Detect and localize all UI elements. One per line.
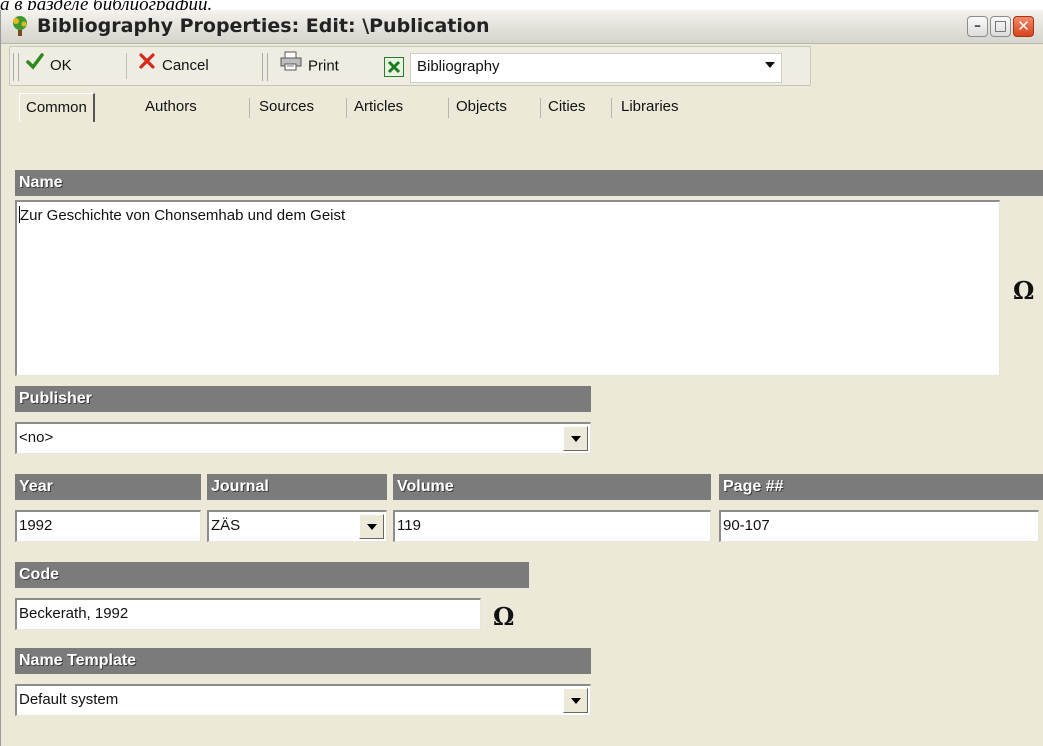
minimize-icon: – [974,18,981,34]
maximize-button[interactable]: □ [990,16,1011,37]
title-bar[interactable]: Bibliography Properties: Edit: \Publicat… [1,10,1043,44]
app-tree-icon [9,15,31,37]
printer-icon [280,51,302,82]
ok-button[interactable]: OK [26,51,72,81]
toolbar: OK Cancel Print Bibliography [1,44,1043,88]
year-field[interactable]: 1992 [15,510,201,542]
tab-articles[interactable]: Articles [348,93,409,121]
cancel-x-icon [138,51,156,81]
publisher-dropdown-button[interactable] [563,426,588,451]
document-caption: а в разделе библиографий. [0,0,213,15]
toolbar-band: OK Cancel Print Bibliography [9,46,811,86]
code-section-header: Code [15,562,529,588]
tab-separator [346,98,347,118]
cancel-label: Cancel [162,57,209,74]
publisher-value: <no> [19,429,54,446]
tab-strip: Common Authors Sources Articles Objects … [1,90,1043,124]
tab-cities[interactable]: Cities [542,93,592,121]
close-button[interactable]: ✕ [1013,16,1034,37]
journal-section-header: Journal [207,474,387,500]
toolbar-separator [126,53,127,79]
cancel-button[interactable]: Cancel [138,51,209,81]
journal-value: ZÄS [211,517,241,534]
template-select[interactable]: Default system [15,684,591,716]
code-special-char-button[interactable]: Ω [493,602,514,631]
pages-field[interactable]: 90-107 [719,510,1039,542]
tab-authors[interactable]: Authors [139,93,203,121]
toolbar-grip[interactable] [262,53,268,81]
tab-common[interactable]: Common [19,93,95,122]
maximize-icon: □ [993,18,1008,34]
excel-icon [384,57,404,82]
template-section-header: Name Template [15,648,591,674]
publisher-section-header: Publisher [15,386,591,412]
tab-separator [611,98,612,118]
volume-field[interactable]: 119 [393,510,711,542]
report-select-value: Bibliography [417,58,500,75]
journal-select[interactable]: ZÄS [207,510,387,542]
code-field[interactable]: Beckerath, 1992 [15,598,481,630]
bibliography-properties-window: Bibliography Properties: Edit: \Publicat… [0,10,1043,746]
name-special-char-button[interactable]: Ω [1013,276,1034,305]
dropdown-arrow-icon [571,698,581,704]
name-value: Zur Geschichte von Chonsemhab und dem Ge… [20,207,346,224]
template-value: Default system [19,691,119,708]
tab-separator [448,98,449,118]
window-title: Bibliography Properties: Edit: \Publicat… [37,15,490,37]
pages-section-header: Page ## [719,474,1043,500]
tab-separator [540,98,541,118]
template-dropdown-button[interactable] [563,688,588,713]
tab-separator [249,98,250,118]
report-select[interactable]: Bibliography [410,53,782,83]
name-section-header: Name [15,170,1043,196]
tab-sources[interactable]: Sources [253,93,320,121]
name-textarea[interactable]: Zur Geschichte von Chonsemhab und dem Ge… [15,200,1000,376]
tab-objects[interactable]: Objects [450,93,513,121]
minimize-button[interactable]: – [967,16,988,37]
dropdown-arrow-icon [765,62,775,68]
ok-label: OK [50,57,72,74]
print-label: Print [308,57,339,75]
close-icon: ✕ [1017,17,1030,35]
year-section-header: Year [15,474,201,500]
toolbar-grip[interactable] [13,53,19,81]
ok-check-icon [26,51,44,81]
dropdown-arrow-icon [571,436,581,442]
dropdown-arrow-icon [367,524,377,530]
print-button[interactable]: Print [280,51,339,81]
publisher-select[interactable]: <no> [15,422,591,454]
tab-libraries[interactable]: Libraries [615,93,685,121]
journal-dropdown-button[interactable] [359,514,384,539]
volume-section-header: Volume [393,474,711,500]
